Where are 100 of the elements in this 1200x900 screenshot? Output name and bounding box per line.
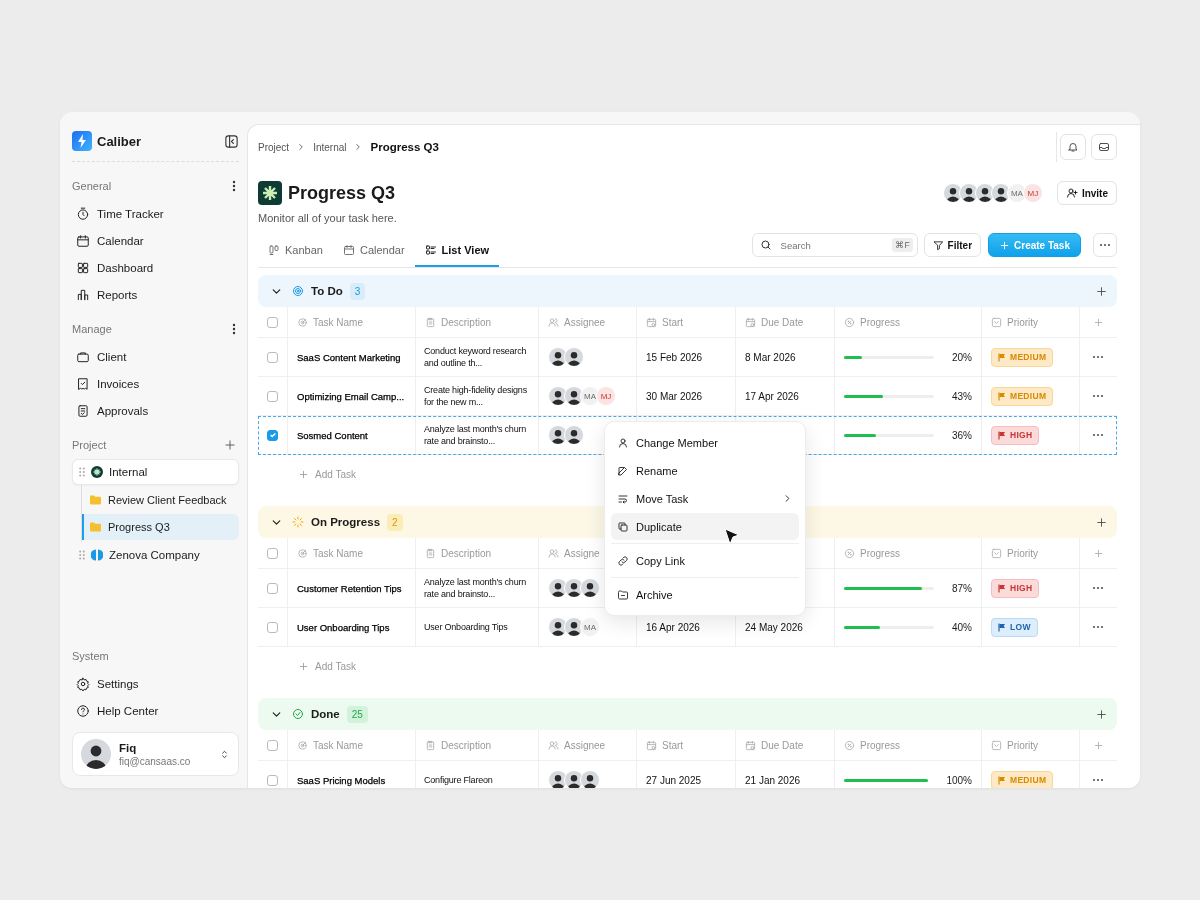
flag-icon [998, 775, 1006, 785]
due-date: 8 Mar 2026 [745, 350, 796, 364]
menu-item[interactable]: Duplicate [611, 513, 799, 540]
nav-item[interactable]: Invoices [72, 370, 239, 397]
breadcrumb-item[interactable]: Project [258, 141, 290, 153]
group-header[interactable]: Done 25 [258, 698, 1117, 730]
more-button[interactable] [1093, 233, 1117, 257]
flag-icon [998, 430, 1006, 440]
drag-handle-icon[interactable] [79, 467, 85, 477]
column-header: Priority [1007, 739, 1039, 751]
task-name[interactable]: User Onboarding Tips [297, 620, 390, 634]
project-logo-icon [91, 549, 103, 561]
task-description: Analyze last month's churn rate and brainsto... [424, 576, 528, 600]
count-badge: 3 [349, 282, 366, 300]
add-button[interactable] [1095, 284, 1108, 298]
tree-subitem[interactable]: Progress Q3 [82, 514, 239, 540]
checkbox[interactable] [267, 351, 278, 363]
user-avatar [81, 739, 111, 769]
notification-button[interactable] [1060, 134, 1086, 160]
priority-label: MEDIUM [1010, 352, 1047, 362]
group-title: To Do [311, 285, 343, 297]
plus-icon [1092, 739, 1104, 751]
checkbox[interactable] [267, 582, 278, 594]
add-button[interactable] [1095, 707, 1108, 721]
grid-icon [76, 260, 90, 275]
nav-item[interactable]: Client [72, 343, 239, 370]
tree-item[interactable]: Internal [72, 459, 239, 485]
priority-label: LOW [1010, 622, 1031, 632]
collapse-sidebar-button[interactable] [223, 133, 239, 149]
view-tab[interactable]: Kanban [258, 235, 333, 267]
nav-item[interactable]: Time Tracker [72, 200, 239, 227]
tree-item[interactable]: Zenova Company [72, 542, 239, 568]
plus-icon [223, 438, 237, 452]
row-menu-button[interactable] [1090, 353, 1106, 361]
checkbox[interactable] [267, 621, 278, 633]
filter-button[interactable]: Filter [923, 233, 982, 257]
checkbox[interactable] [267, 739, 278, 751]
check-circle-icon [292, 708, 304, 720]
breadcrumb-item[interactable]: Internal [313, 141, 347, 153]
avatar [548, 386, 568, 406]
menu-item[interactable]: Archive [611, 581, 799, 608]
inbox-button[interactable] [1091, 134, 1117, 160]
column-header: Assignee [564, 739, 606, 751]
column-header: Due Date [761, 316, 804, 328]
row-menu-button[interactable] [1090, 392, 1106, 400]
nav-item[interactable]: Calendar [72, 227, 239, 254]
avatar [974, 183, 995, 203]
task-name[interactable]: Sosmed Content [297, 428, 368, 442]
user-card[interactable]: Fiq fiq@cansaas.co [72, 732, 239, 776]
count-badge: 25 [346, 705, 368, 723]
dropdown-icon [991, 316, 1002, 328]
nav-item[interactable]: Settings [72, 670, 239, 697]
row-menu-button[interactable] [1090, 776, 1106, 784]
add-button[interactable] [1095, 515, 1108, 529]
drag-handle-icon[interactable] [79, 550, 85, 560]
user-icon [617, 436, 629, 449]
bell-icon [1067, 141, 1079, 153]
checkbox[interactable] [267, 429, 278, 441]
column-header: Assignee [564, 316, 606, 328]
row-menu-button[interactable] [1090, 431, 1106, 439]
nav-item[interactable]: Dashboard [72, 254, 239, 281]
invite-button[interactable]: Invite [1056, 181, 1117, 205]
task-name[interactable]: SaaS Content Marketing [297, 350, 401, 364]
column-header: Assigne [564, 547, 600, 559]
progress-reading: 43% [952, 390, 972, 402]
task-name[interactable]: SaaS Pricing Models [297, 773, 386, 787]
loading-icon [292, 516, 304, 528]
checkbox[interactable] [267, 390, 278, 402]
task-description: User Onboarding Tips [424, 621, 508, 633]
task-name[interactable]: Optimizing Email Camp... [297, 389, 405, 403]
users-icon [548, 316, 559, 328]
progress-reading: 20% [952, 351, 972, 363]
plus-icon [1095, 707, 1108, 721]
column-header: Due Date [761, 739, 804, 751]
menu-item[interactable]: Change Member [611, 429, 799, 456]
tree-subitem[interactable]: Review Client Feedback [82, 487, 239, 513]
column-header: Task Name [313, 739, 363, 751]
group-header[interactable]: To Do 3 [258, 275, 1117, 307]
menu-item[interactable]: Copy Link [611, 547, 799, 574]
column-header: Start [662, 739, 684, 751]
start-date: 27 Jun 2025 [646, 773, 702, 787]
nav-item[interactable]: Help Center [72, 697, 239, 724]
nav-item[interactable]: Approvals [72, 397, 239, 424]
checkbox[interactable] [267, 547, 278, 559]
breadcrumb-item: Progress Q3 [370, 141, 439, 153]
row-menu-button[interactable] [1090, 623, 1106, 631]
progress-reading: 40% [952, 621, 972, 633]
checkbox[interactable] [267, 774, 278, 786]
menu-item[interactable]: Rename [611, 457, 799, 484]
due-date: 21 Jan 2026 [745, 773, 801, 787]
section-title: System [72, 650, 109, 662]
row-menu-button[interactable] [1090, 584, 1106, 592]
avatar [958, 183, 979, 203]
task-name[interactable]: Customer Retention Tips [297, 581, 402, 595]
plus-icon [999, 239, 1011, 251]
avatar-initials: MJ [1022, 183, 1043, 203]
view-tab[interactable]: Calendar [332, 235, 415, 267]
nav-item[interactable]: Reports [72, 281, 239, 308]
checkbox[interactable] [267, 316, 278, 328]
view-tab[interactable]: List View [414, 235, 500, 267]
